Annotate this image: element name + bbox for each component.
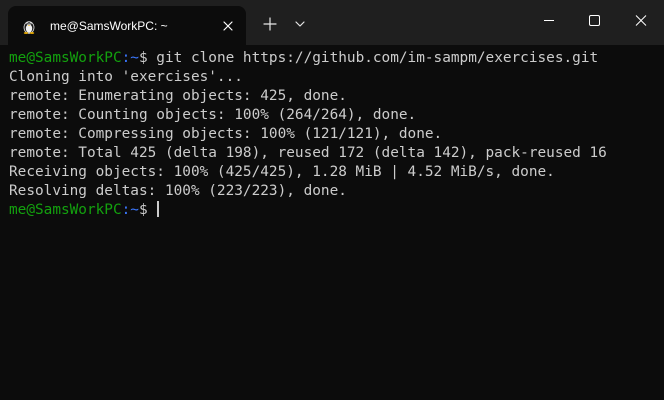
output-line: Cloning into 'exercises'... (9, 69, 243, 85)
prompt-path: :~ (121, 50, 139, 66)
output-line: remote: Compressing objects: 100% (121/1… (9, 126, 443, 142)
new-tab-button[interactable] (257, 12, 283, 36)
prompt-path: :~ (121, 202, 139, 218)
prompt-sign: $ (138, 50, 157, 66)
tab-close-icon[interactable] (218, 16, 238, 36)
terminal-window: me@SamsWorkPC: ~ me@SamsWorkPC:~$ git cl… (0, 0, 664, 400)
terminal-output[interactable]: me@SamsWorkPC:~$ git clone https://githu… (9, 49, 659, 220)
command-text: git clone https://github.com/im-sampm/ex… (156, 50, 599, 66)
maximize-icon (589, 15, 600, 26)
command-line: me@SamsWorkPC:~$ git clone https://githu… (9, 49, 659, 68)
prompt-user: me@SamsWorkPC (9, 50, 122, 66)
output-line: remote: Enumerating objects: 425, done. (9, 88, 347, 104)
tab-title: me@SamsWorkPC: ~ (50, 19, 168, 33)
chevron-down-icon (295, 21, 305, 27)
minimize-icon (544, 20, 554, 21)
prompt-line[interactable]: me@SamsWorkPC:~$ (9, 201, 659, 220)
close-window-button[interactable] (618, 0, 664, 40)
minimize-button[interactable] (526, 0, 572, 40)
plus-icon (263, 17, 277, 31)
prompt-user: me@SamsWorkPC (9, 202, 122, 218)
output-line: remote: Counting objects: 100% (264/264)… (9, 107, 417, 123)
tab-active[interactable]: me@SamsWorkPC: ~ (8, 6, 246, 45)
output-line: Receiving objects: 100% (425/425), 1.28 … (9, 164, 555, 180)
linux-penguin-icon (21, 18, 37, 34)
title-bar[interactable]: me@SamsWorkPC: ~ (0, 0, 664, 45)
maximize-button[interactable] (572, 0, 618, 40)
close-icon (635, 15, 647, 26)
prompt-sign: $ (138, 202, 157, 218)
tab-dropdown-button[interactable] (288, 12, 312, 36)
output-line: remote: Total 425 (delta 198), reused 17… (9, 145, 607, 161)
text-cursor (157, 201, 160, 217)
output-line: Resolving deltas: 100% (223/223), done. (9, 183, 347, 199)
